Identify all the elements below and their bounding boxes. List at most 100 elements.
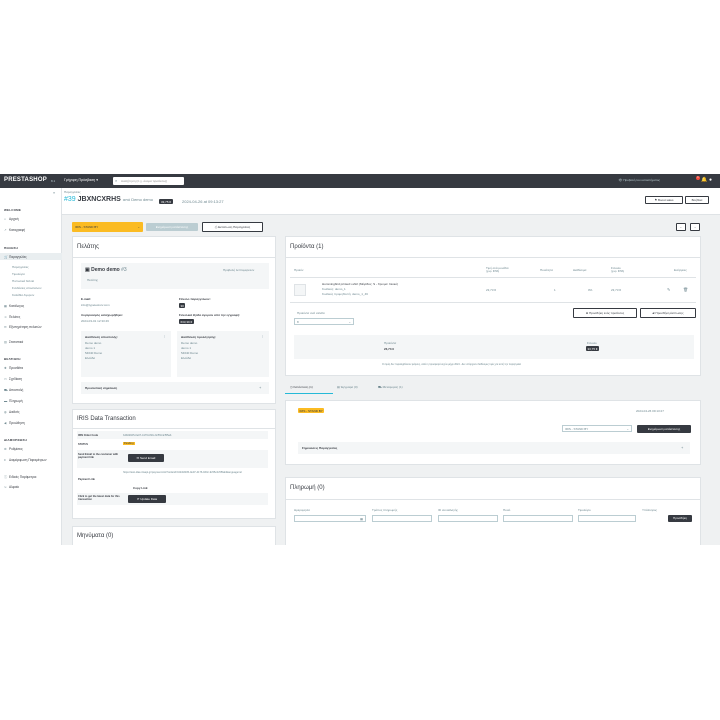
sidebar-sub-invoices[interactable]: Τιμολόγια [12, 272, 25, 276]
chevron-down-icon: ⌄ [348, 320, 351, 324]
sidebar-item-advanced[interactable]: ⓘ Ειδικές Παράμετροι [4, 474, 36, 479]
status-select[interactable]: IRIS - STAND BY ⌄ [562, 425, 632, 432]
kebab-menu-icon[interactable]: ⋮ [261, 334, 264, 338]
sidebar-section-welcome: WELCOME [4, 208, 22, 212]
sidebar-sub-delivery-slips[interactable]: Συνδέσεις αποστολών [12, 286, 41, 290]
view-customer-link[interactable]: Προβολή λεπτομερειών [223, 268, 254, 272]
chevron-down-icon: ⌄ [137, 225, 140, 229]
product-available: 0% [588, 288, 593, 292]
col-transaction: ID συναλλαγής [438, 508, 458, 512]
status-select-value: IRIS - STAND BY [565, 427, 589, 431]
payment-transaction-input[interactable] [438, 515, 498, 522]
tab-documents[interactable]: ▤ Έγγραφα (0) [337, 385, 358, 389]
account-icon[interactable]: ● [709, 177, 712, 183]
breadcrumb[interactable]: Παραγγελίες [64, 190, 81, 194]
sidebar-item-catalog[interactable]: ▦ Κατάλογος [4, 304, 24, 308]
update-data-button[interactable]: ⟳ Update Data [128, 495, 166, 503]
payment-date-input[interactable]: ▦ [294, 515, 366, 522]
next-order-button[interactable]: → [690, 223, 700, 231]
prestashop-logo[interactable]: PRESTASHOP [4, 177, 47, 183]
quick-access-menu[interactable]: Γρήγορη Πρόσβαση ▾ [64, 178, 98, 182]
kebab-menu-icon[interactable]: ⋮ [163, 334, 166, 338]
plus-icon[interactable]: + [259, 385, 261, 390]
arrow-left-icon: ← [679, 225, 683, 229]
admin-frame: PRESTASHOP 8.1 Γρήγορη Πρόσβαση ▾ ⌕ Αναζ… [0, 174, 720, 545]
file-icon: ▤ [337, 385, 340, 389]
iris-order-code-label: IRIS Order Code [78, 434, 99, 437]
product-name[interactable]: Hummingbird printed t-shirt (Μέγεθος: S … [322, 282, 398, 286]
sidebar-item-home[interactable]: ⌂ Αρχική [4, 217, 19, 221]
sidebar-item-label: Ρυθμίσεις [9, 447, 23, 451]
status-history-date: 2024-04-26 09:13:27 [636, 409, 664, 413]
envelope-icon: ✉ [136, 456, 140, 460]
search-input[interactable]: ⌕ Αναζήτηση (π.χ. όνομα προϊόντος) [113, 177, 184, 185]
invoice-address-line: Demo demo [181, 341, 198, 345]
sidebar-item-payment[interactable]: ▬ Πληρωμή [4, 399, 23, 403]
send-email-button[interactable]: ✉ Send Email [128, 454, 164, 462]
status-update-button[interactable]: Ενημέρωση κατάστασης [637, 425, 691, 433]
customer-email[interactable]: info@typetestsrv.com [81, 303, 110, 307]
sidebar-item-shop-params[interactable]: ≡ Διαμόρφωση Παραμέτρων [4, 458, 47, 462]
boost-sales-button[interactable]: ⚑ Boost sales [645, 196, 683, 204]
view-shop-link[interactable]: 👁 Προβολή του καταστήματος [619, 178, 660, 182]
sidebar-item-customers[interactable]: ☺ Πελάτες [4, 315, 20, 319]
sidebar-item-modules[interactable]: ✚ Προσθέτα [4, 366, 23, 370]
sidebar-item-shipping[interactable]: ⛟Αποστολή [4, 388, 23, 393]
bell-icon[interactable]: 🔔 [701, 177, 707, 183]
sidebar-item-support[interactable]: ✉ Εξυπηρέτηση πελατών [4, 325, 41, 329]
sidebar-sub-orders[interactable]: Παραγγελίες [12, 265, 29, 269]
copy-link-button[interactable]: Copy Link [133, 486, 148, 490]
page-title: #39 JBXNCXRHS από Demo demo [64, 196, 153, 203]
iris-update-label: Click to get the latest data for this tr… [78, 495, 120, 501]
sidebar-item-label: Προώθηση [9, 421, 25, 425]
per-page-select[interactable]: 8 ⌄ [294, 318, 354, 325]
sidebar-item-settings[interactable]: ⚙ Ρυθμίσεις [4, 447, 23, 451]
ticket-icon: ▰ [652, 311, 655, 315]
add-product-button[interactable]: ⊕ Προσθήκη ενός προϊόντος [573, 308, 637, 318]
sidebar-item-design[interactable]: ▭ Σχεδίαση [4, 377, 22, 381]
plus-icon[interactable]: + [681, 445, 683, 450]
sidebar-item-marketing[interactable]: ◀ Προώθηση [4, 421, 25, 425]
validated-orders-label: Σύνολο παραγγελιών: [179, 297, 211, 301]
customer-id: #3 [121, 267, 127, 273]
print-order-button[interactable]: ⎙ Εκτύπωση Παραγγελίας [202, 222, 263, 232]
sidebar-sub-credit-slips[interactable]: Πιστωτικά δελτία [12, 279, 34, 283]
sidebar-item-stats[interactable]: ▥ Στατιστικά [4, 340, 23, 344]
sidebar-item-label: Διαμόρφωση Παραμέτρων [9, 458, 47, 462]
edit-icon[interactable]: ✎ [667, 287, 670, 292]
shipping-address-title: Διεύθυνση αποστολής: [85, 335, 119, 339]
sidebar-item-dashboard[interactable]: ↗ Καταγραφή [4, 228, 25, 232]
product-thumbnail [294, 284, 306, 296]
sidebar-item-orders[interactable]: 🛒Παραγγελίες [4, 255, 27, 259]
col-product: Προϊόν [294, 268, 304, 272]
sidebar-item-label: Σχεδίαση [9, 377, 23, 381]
sidebar-item-label: Ειδικές Παράμετροι [9, 475, 37, 479]
sidebar-sub-carts[interactable]: Καλάθια Αγορών [12, 293, 34, 297]
payment-invoice-select[interactable] [578, 515, 636, 522]
trash-icon[interactable]: 🗑 [683, 287, 688, 292]
order-note-toggle[interactable] [298, 442, 690, 454]
order-status-select[interactable]: IRIS - STAND BY ⌄ [72, 222, 143, 232]
payment-method-input[interactable] [372, 515, 432, 522]
add-discount-button[interactable]: ▰ Προσθήκη έκπτωσης [640, 308, 696, 318]
notification-badge: 1 [696, 176, 700, 180]
tab-shipping[interactable]: ⛟ Μεταφορείς (1) [378, 385, 403, 390]
tab-status[interactable]: ◷ Κατάσταση (1) [290, 385, 313, 389]
customer-type: Πελάτης [87, 278, 98, 282]
page-header: Παραγγελίες #39 JBXNCXRHS από Demo demo … [62, 188, 720, 215]
help-button[interactable]: Βοήθεια [685, 196, 709, 204]
sidebar-item-international[interactable]: ◍ Διεθνές [4, 410, 20, 414]
iris-payment-link-value[interactable]: https://test-dias.irisapi.gr/payment-lin… [123, 471, 263, 475]
account-registered-date: 2024-03-01 12:33:46 [81, 319, 109, 323]
shipping-address-line: Ελλάδα [85, 356, 96, 360]
sidebar-item-logout[interactable]: ↪ Αλφαίο [4, 485, 19, 489]
add-payment-button[interactable]: Προσθήκη [668, 515, 692, 522]
search-icon: ⌕ [115, 178, 118, 183]
prev-order-button[interactable]: ← [676, 223, 686, 231]
update-status-button[interactable]: Ενημέρωση κατάστασης [146, 223, 198, 231]
payment-amount-input[interactable] [503, 515, 573, 522]
sidebar: « WELCOME ⌂ Αρχική ↗ Καταγραφή ΠΩΛΗΣΗ 🛒Παρ… [0, 188, 62, 545]
tab-status-label: Κατάσταση (1) [293, 385, 313, 389]
divider [290, 302, 696, 303]
collapse-sidebar-icon[interactable]: « [53, 190, 55, 195]
